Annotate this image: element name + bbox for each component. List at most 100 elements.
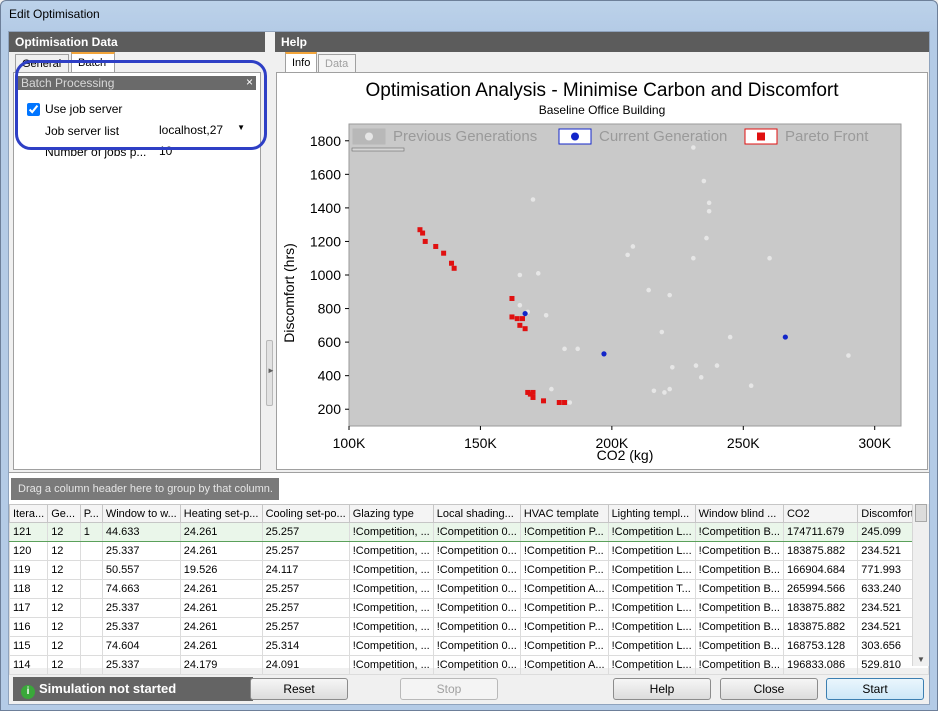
column-header[interactable]: Window blind ... — [694, 504, 784, 523]
table-cell: 12 — [47, 541, 81, 561]
table-cell: 19.526 — [179, 560, 263, 580]
column-header[interactable]: P... — [79, 504, 103, 523]
edit-optimisation-window: Edit Optimisation Optimisation Data Help… — [0, 0, 938, 711]
table-cell: !Competition B... — [694, 541, 784, 561]
table-cell: !Competition L... — [607, 598, 696, 618]
pareto-point — [522, 326, 528, 332]
column-header[interactable]: Lighting templ... — [607, 504, 696, 523]
table-row[interactable]: 119 12 50.557 19.526 24.117 !Competition, ...… — [8, 560, 929, 580]
table-row[interactable]: 121 12 1 44.633 24.261 25.257 !Competition, ..… — [8, 522, 929, 542]
pareto-point — [433, 243, 439, 249]
table-row[interactable]: 116 12 25.337 24.261 25.257 !Competition, ...… — [8, 617, 929, 637]
previous-generation-point — [562, 346, 567, 352]
table-cell: 12 — [47, 598, 81, 618]
help-button[interactable]: Help — [613, 678, 711, 700]
column-header[interactable]: Local shading... — [432, 504, 521, 523]
table-cell: !Competition 0... — [432, 579, 521, 599]
legend-label: Previous Generations — [393, 128, 537, 145]
table-row[interactable]: 117 12 25.337 24.261 25.257 !Competition, ...… — [8, 598, 929, 618]
table-cell: 74.604 — [101, 636, 181, 656]
table-cell: 183875.882 — [782, 541, 859, 561]
column-header[interactable]: CO2 — [782, 504, 859, 523]
column-header[interactable]: Itera... — [8, 504, 49, 523]
previous-generation-point — [767, 255, 772, 261]
collapse-icon[interactable]: × — [246, 76, 253, 90]
table-cell: 12 — [47, 636, 81, 656]
batch-properties-panel: Batch Processing × Use job server Job se… — [13, 72, 261, 470]
legend-marker — [571, 132, 579, 141]
table-cell: 25.337 — [101, 598, 181, 618]
previous-generation-point — [670, 364, 675, 370]
start-button[interactable]: Start — [826, 678, 924, 700]
previous-generation-point — [651, 388, 657, 394]
table-cell: 120 — [8, 541, 49, 561]
table-cell: !Competition P... — [519, 522, 609, 542]
use-job-server-checkbox[interactable] — [27, 103, 40, 116]
table-cell: !Competition L... — [607, 655, 696, 675]
column-header[interactable]: Window to w... — [101, 504, 181, 523]
dropdown-arrow-icon[interactable]: ▼ — [237, 123, 245, 132]
table-cell: 25.337 — [101, 617, 181, 637]
job-server-list-value: localhost,27 — [159, 123, 224, 137]
x-tick-label: 100K — [333, 435, 366, 451]
table-cell: !Competition 0... — [432, 541, 521, 561]
y-axis: 200 400 600 800 1000 1200 1400 1600 1800 — [310, 133, 349, 417]
table-cell — [79, 541, 103, 561]
grid-vertical-scrollbar[interactable]: ▼ — [912, 504, 929, 666]
table-cell: 116 — [8, 617, 49, 637]
table-cell: 25.257 — [261, 579, 350, 599]
table-cell: !Competition A... — [519, 655, 609, 675]
table-cell: !Competition L... — [607, 636, 696, 656]
expand-arrow-icon[interactable]: ► — [267, 366, 275, 375]
status-text: Simulation not started — [39, 681, 177, 696]
number-of-jobs-field[interactable]: 10 — [156, 144, 250, 160]
table-cell: !Competition 0... — [432, 598, 521, 618]
results-table: Itera... Ge... P... Window to w... Heating s… — [8, 504, 929, 675]
tab-batch[interactable]: Batch — [71, 52, 115, 73]
column-header[interactable]: Glazing type — [348, 504, 434, 523]
tab-info[interactable]: Info — [285, 52, 317, 73]
job-server-list-dropdown[interactable]: localhost,27 ▼ — [156, 123, 250, 139]
table-cell: !Competition B... — [694, 636, 784, 656]
column-header[interactable]: Cooling set-po... — [261, 504, 350, 523]
table-cell: 25.257 — [261, 617, 350, 637]
close-button[interactable]: Close — [720, 678, 818, 700]
table-row[interactable]: 118 12 74.663 24.261 25.257 !Competition, ...… — [8, 579, 929, 599]
y-tick-label: 1200 — [310, 233, 341, 249]
column-header[interactable]: Ge... — [47, 504, 81, 523]
table-cell: !Competition B... — [694, 522, 784, 542]
previous-generation-point — [543, 312, 549, 318]
table-cell — [79, 636, 103, 656]
table-row[interactable]: 120 12 25.337 24.261 25.257 !Competition, ...… — [8, 541, 929, 561]
pareto-point — [556, 400, 562, 406]
table-cell: !Competition L... — [607, 617, 696, 637]
stop-button[interactable]: Stop — [400, 678, 498, 700]
table-cell: !Competition L... — [607, 560, 696, 580]
pareto-point — [541, 398, 547, 404]
tab-general[interactable]: General — [15, 54, 69, 73]
table-cell: !Competition, ... — [348, 522, 434, 542]
table-cell: 121 — [8, 522, 49, 542]
table-cell: !Competition, ... — [348, 541, 434, 561]
table-cell: 12 — [47, 655, 81, 675]
scroll-down-icon[interactable]: ▼ — [917, 655, 925, 664]
current-generation-point — [601, 351, 607, 357]
tab-data[interactable]: Data — [318, 54, 356, 73]
column-header[interactable]: HVAC template — [519, 504, 609, 523]
batch-processing-group[interactable]: Batch Processing × — [18, 76, 256, 90]
table-cell: !Competition L... — [607, 541, 696, 561]
reset-button[interactable]: Reset — [250, 678, 348, 700]
group-by-panel[interactable]: Drag a column header here to group by th… — [11, 478, 279, 500]
previous-generation-point — [706, 208, 712, 214]
table-cell: 24.117 — [261, 560, 350, 580]
column-header[interactable]: Heating set-p... — [179, 504, 263, 523]
pareto-point — [420, 230, 426, 236]
table-row[interactable]: 115 12 74.604 24.261 25.314 !Competition, ...… — [8, 636, 929, 656]
legend-slider[interactable] — [351, 147, 405, 152]
table-cell: !Competition, ... — [348, 617, 434, 637]
y-axis-label: Discomfort (hrs) — [281, 243, 297, 343]
table-row[interactable]: 114 12 25.337 24.179 24.091 !Competition, ...… — [8, 655, 929, 675]
panel-splitter[interactable]: ► — [263, 54, 275, 494]
table-cell: 265994.566 — [782, 579, 859, 599]
scroll-thumb[interactable] — [915, 504, 927, 522]
